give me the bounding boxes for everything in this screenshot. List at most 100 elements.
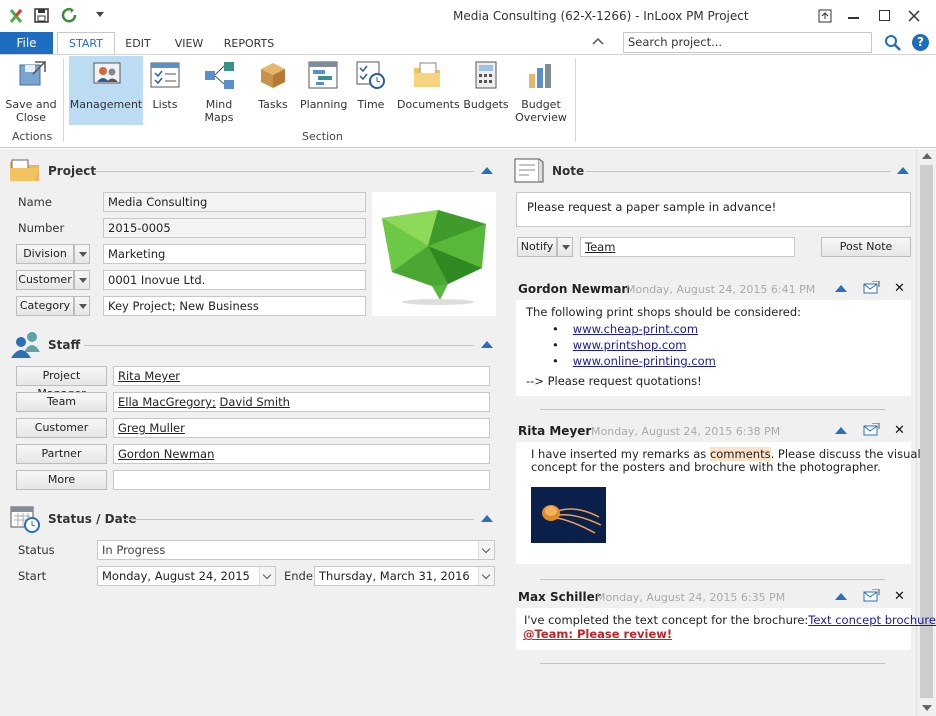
team-button[interactable]: Team: [16, 392, 107, 412]
refresh-icon[interactable]: [61, 7, 78, 24]
customer-dropdown[interactable]: [74, 270, 90, 290]
project-number-field[interactable]: 2015-0005: [103, 218, 366, 238]
partner-button[interactable]: Partner: [16, 444, 107, 464]
customer-field[interactable]: 0001 Inovue Ltd.: [103, 270, 366, 290]
post-card: The following print shops should be cons…: [516, 300, 911, 396]
project-name-field[interactable]: Media Consulting: [103, 192, 366, 212]
status-collapse-icon[interactable]: [481, 515, 493, 522]
notify-button[interactable]: Notify: [517, 237, 557, 257]
tab-view[interactable]: VIEW: [168, 34, 210, 54]
post-collapse-icon[interactable]: [835, 285, 847, 292]
post-date: Monday, August 24, 2015 6:35 PM: [596, 591, 786, 604]
minimize-button[interactable]: [848, 17, 859, 19]
time-button[interactable]: Time: [353, 54, 389, 126]
post-date: Monday, August 24, 2015 6:41 PM: [626, 283, 816, 296]
maximize-button[interactable]: [879, 10, 890, 21]
end-date-select[interactable]: Thursday, March 31, 2016: [314, 566, 495, 586]
staff-collapse-icon[interactable]: [481, 341, 493, 348]
notify-team-link[interactable]: Team: [585, 240, 615, 254]
tab-start[interactable]: START: [57, 34, 115, 54]
start-date-dropdown-icon[interactable]: [259, 567, 275, 585]
management-button[interactable]: Management: [69, 54, 143, 126]
ribbon-display-icon[interactable]: [818, 9, 832, 23]
start-date-select[interactable]: Monday, August 24, 2015: [97, 566, 276, 586]
division-dropdown[interactable]: [74, 244, 90, 264]
scrollbar[interactable]: [916, 149, 936, 716]
post-collapse-icon[interactable]: [835, 593, 847, 600]
category-button[interactable]: Category: [16, 296, 74, 316]
green-gem-icon: [382, 210, 486, 305]
status-select[interactable]: In Progress: [97, 540, 495, 560]
documents-button[interactable]: Documents: [397, 54, 460, 126]
reply-icon[interactable]: [862, 589, 880, 603]
project-manager-button[interactable]: Project Manager: [16, 366, 107, 400]
ribbon-divider: [63, 58, 64, 142]
customer-button[interactable]: Customer: [16, 270, 74, 290]
cheap-print-link[interactable]: www.cheap-print.com: [573, 322, 698, 336]
save-icon[interactable]: [34, 8, 49, 23]
post-author: Gordon Newman: [518, 282, 630, 296]
staff-customer-button[interactable]: Customer: [16, 418, 107, 438]
tab-edit[interactable]: EDIT: [118, 34, 158, 54]
division-button[interactable]: Division: [16, 244, 74, 264]
collapse-ribbon-icon[interactable]: [592, 37, 604, 45]
jellyfish-image[interactable]: [531, 487, 606, 543]
file-tab-label: File: [16, 36, 37, 50]
staff-people-icon: [11, 332, 40, 358]
mindmaps-button[interactable]: Mind Maps: [190, 54, 248, 126]
lists-button[interactable]: Lists: [146, 54, 184, 126]
save-close-button[interactable]: Save and Close: [3, 54, 59, 126]
more-field[interactable]: [113, 470, 490, 490]
more-button[interactable]: More: [16, 470, 107, 490]
notify-team-field[interactable]: Team: [580, 237, 795, 257]
project-manager-field[interactable]: Rita Meyer: [113, 366, 490, 386]
calendar-clock-icon: [10, 506, 40, 533]
category-dropdown[interactable]: [74, 296, 90, 316]
delete-post-icon[interactable]: ✕: [894, 589, 905, 604]
status-dropdown-icon[interactable]: [478, 541, 494, 559]
project-number-label: Number: [18, 221, 65, 235]
tab-reports[interactable]: REPORTS: [220, 34, 278, 54]
reply-icon[interactable]: [862, 423, 880, 437]
search-input[interactable]: Search project...: [623, 32, 872, 53]
scroll-up-arrow[interactable]: [922, 153, 932, 159]
text-concept-link[interactable]: Text concept brochure: [808, 613, 936, 627]
note-collapse-icon[interactable]: [897, 167, 909, 174]
category-field[interactable]: Key Project; New Business: [103, 296, 366, 316]
planning-button[interactable]: Planning: [300, 54, 347, 126]
partner-field[interactable]: Gordon Newman: [113, 444, 490, 464]
end-date-dropdown-icon[interactable]: [478, 567, 494, 585]
project-image[interactable]: [372, 192, 496, 316]
close-window-button[interactable]: [908, 10, 920, 22]
staff-customer-field[interactable]: Greg Muller: [113, 418, 490, 438]
tasks-button[interactable]: Tasks: [254, 54, 292, 126]
partner-link[interactable]: Gordon Newman: [118, 447, 214, 461]
team-mention[interactable]: @Team: Please review!: [523, 627, 672, 641]
notify-dropdown[interactable]: [557, 237, 573, 257]
file-tab[interactable]: File: [0, 32, 53, 54]
note-textarea[interactable]: Please request a paper sample in advance…: [516, 192, 911, 227]
delete-post-icon[interactable]: ✕: [894, 281, 905, 296]
search-icon[interactable]: [884, 34, 901, 51]
post-note-button[interactable]: Post Note: [821, 237, 911, 257]
division-field[interactable]: Marketing: [103, 244, 366, 264]
team-member-link-2[interactable]: David Smith: [220, 395, 290, 409]
budgets-button[interactable]: Budgets: [463, 54, 509, 126]
budget-overview-button[interactable]: Budget Overview: [514, 54, 568, 126]
tasks-label: Tasks: [258, 98, 288, 111]
project-collapse-icon[interactable]: [481, 167, 493, 174]
quick-access-dropdown-icon[interactable]: [96, 12, 104, 18]
reply-icon[interactable]: [862, 281, 880, 295]
project-manager-link[interactable]: Rita Meyer: [118, 369, 180, 383]
budget-overview-label: Budget Overview: [514, 98, 568, 124]
staff-customer-link[interactable]: Greg Muller: [118, 421, 185, 435]
scroll-down-arrow[interactable]: [922, 705, 932, 711]
help-icon[interactable]: ?: [912, 34, 929, 51]
post-collapse-icon[interactable]: [835, 427, 847, 434]
delete-post-icon[interactable]: ✕: [894, 423, 905, 438]
app-logo-icon: [9, 9, 23, 23]
team-field[interactable]: Ella MacGregory; David Smith: [113, 392, 490, 412]
team-member-link-1[interactable]: Ella MacGregory;: [118, 395, 216, 409]
online-printing-link[interactable]: www.online-printing.com: [573, 354, 716, 368]
printshop-link[interactable]: www.printshop.com: [573, 338, 687, 352]
